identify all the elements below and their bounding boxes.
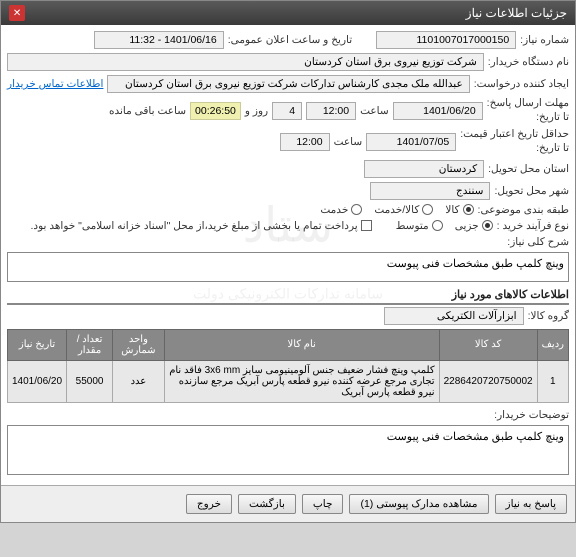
buyer-field: شرکت توزیع نیروی برق استان کردستان: [7, 53, 484, 71]
col-unit: واحد شمارش: [113, 329, 165, 360]
attachments-button[interactable]: مشاهده مدارک پیوستی (1): [349, 494, 488, 514]
validity-date-field: 1401/07/05: [366, 133, 456, 151]
requester-field: عبدالله ملک مجدی کارشناس تدارکات شرکت تو…: [107, 75, 469, 93]
cell-qty: 55000: [67, 360, 113, 402]
cell-idx: 1: [537, 360, 568, 402]
days-field: 4: [272, 102, 302, 120]
validity-label: حداقل تاریخ اعتبار قیمت:تا تاریخ:: [460, 128, 569, 155]
process-label: نوع فرآیند خرید :: [497, 220, 569, 232]
deadline-date-field: 1401/06/20: [393, 102, 483, 120]
window-title: جزئیات اطلاعات نیاز: [466, 6, 567, 20]
radio-partial[interactable]: [482, 220, 493, 231]
summary-label: شرح کلی نیاز:: [507, 236, 569, 248]
group-label: گروه کالا:: [528, 310, 569, 322]
titlebar: جزئیات اطلاعات نیاز ✕: [1, 1, 575, 25]
time-label-2: ساعت: [334, 136, 363, 148]
countdown-timer: 00:26:50: [190, 102, 241, 120]
buyer-notes-label: توضیحات خریدار:: [494, 409, 569, 421]
validity-time-field: 12:00: [280, 133, 330, 151]
need-number-field: 1101007017000150: [376, 31, 516, 49]
summary-textbox: وینچ کلمپ طبق مشخصات فنی پیوست: [7, 252, 569, 282]
col-name: نام کالا: [164, 329, 439, 360]
need-number-label: شماره نیاز:: [520, 34, 569, 46]
time-label-1: ساعت: [360, 105, 389, 117]
group-field: ابزارآلات الکتریکی: [384, 307, 524, 325]
announce-label: تاریخ و ساعت اعلان عمومی:: [228, 34, 352, 46]
contact-link[interactable]: اطلاعات تماس خریدار: [7, 78, 103, 90]
respond-button[interactable]: پاسخ به نیاز: [495, 494, 567, 514]
days-label: روز و: [245, 105, 268, 117]
announce-field: 1401/06/16 - 11:32: [94, 31, 224, 49]
radio-medium[interactable]: [432, 220, 443, 231]
cell-date: 1401/06/20: [8, 360, 67, 402]
category-radio-group: کالا کالا/خدمت خدمت: [320, 204, 473, 216]
buyer-label: نام دستگاه خریدار:: [488, 56, 569, 68]
city-label: شهر محل تحویل:: [494, 185, 569, 197]
table-row[interactable]: 1 2286420720750002 کلمپ وینچ فشار ضعیف ج…: [8, 360, 569, 402]
col-qty: تعداد / مقدار: [67, 329, 113, 360]
province-field: کردستان: [364, 160, 484, 178]
payment-checkbox[interactable]: [361, 220, 372, 231]
items-section-header: اطلاعات کالاهای مورد نیاز: [7, 288, 569, 305]
process-radio-group: جزیی متوسط: [396, 220, 493, 232]
print-button[interactable]: چاپ: [302, 494, 344, 514]
exit-button[interactable]: خروج: [186, 494, 232, 514]
col-idx: ردیف: [537, 329, 568, 360]
col-date: تاریخ نیاز: [8, 329, 67, 360]
deadline-label: مهلت ارسال پاسخ:تا تاریخ:: [487, 97, 569, 124]
back-button[interactable]: بازگشت: [238, 494, 296, 514]
deadline-time-field: 12:00: [306, 102, 356, 120]
cell-unit: عدد: [113, 360, 165, 402]
province-label: استان محل تحویل:: [488, 163, 569, 175]
cell-code: 2286420720750002: [439, 360, 537, 402]
cell-name: کلمپ وینچ فشار ضعیف جنس آلومینیومی سایز …: [164, 360, 439, 402]
close-icon[interactable]: ✕: [9, 5, 25, 21]
requester-label: ایجاد کننده درخواست:: [474, 78, 569, 90]
city-field: سنندج: [370, 182, 490, 200]
button-bar: پاسخ به نیاز مشاهده مدارک پیوستی (1) چاپ…: [1, 485, 575, 522]
radio-goods[interactable]: [463, 204, 474, 215]
radio-goods-service[interactable]: [422, 204, 433, 215]
radio-service[interactable]: [351, 204, 362, 215]
items-table: ردیف کد کالا نام کالا واحد شمارش تعداد /…: [7, 329, 569, 403]
remaining-label: ساعت باقی مانده: [109, 105, 186, 117]
category-label: طبقه بندی موضوعی:: [478, 204, 569, 216]
col-code: کد کالا: [439, 329, 537, 360]
buyer-notes-textbox: وینچ کلمپ طبق مشخصات فنی پیوست: [7, 425, 569, 475]
